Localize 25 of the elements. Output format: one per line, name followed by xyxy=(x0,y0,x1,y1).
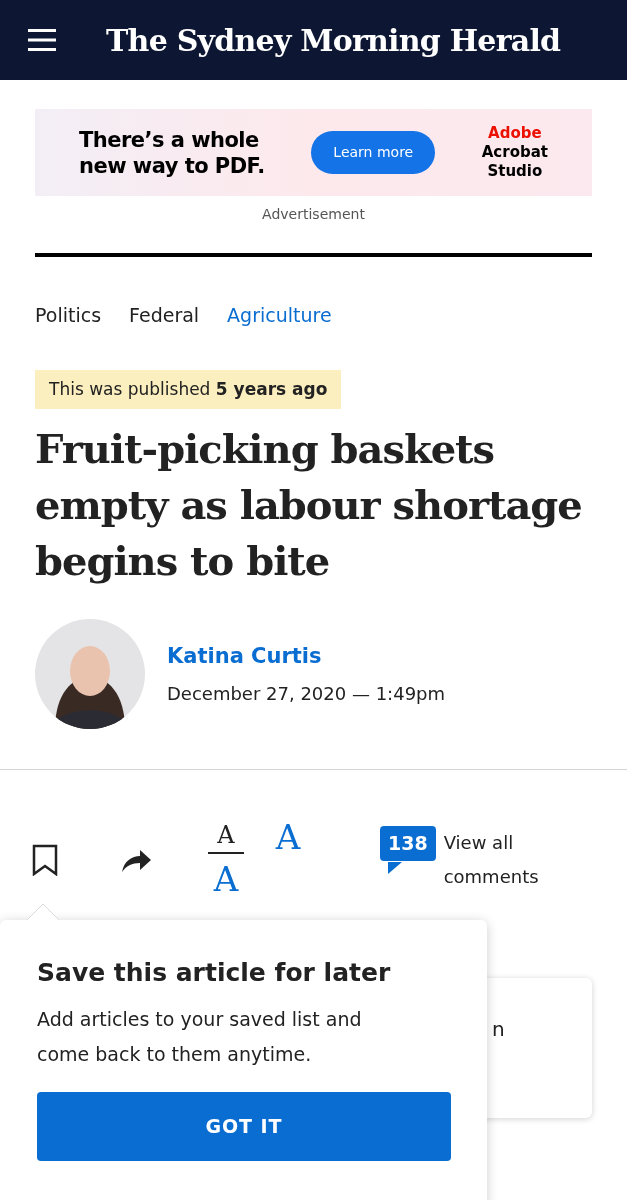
publish-date: December 27, 2020 — 1:49pm xyxy=(167,682,446,707)
ad-brand-logo: Adobe Acrobat Studio xyxy=(481,124,548,181)
author-link[interactable]: Katina Curtis xyxy=(167,640,446,673)
ad-headline: There’s a whole new way to PDF. xyxy=(79,126,265,179)
text-size-option[interactable]: A xyxy=(208,862,244,896)
breadcrumb-link[interactable]: Federal xyxy=(129,301,200,330)
site-logo[interactable]: The Sydney Morning Herald xyxy=(106,17,561,63)
text-size-option[interactable]: A xyxy=(270,820,306,854)
advertisement-banner[interactable]: There’s a whole new way to PDF. Learn more Adobe Acrobat Studio xyxy=(35,109,592,196)
got-it-button[interactable]: GOT IT xyxy=(37,1091,451,1161)
card-text: n xyxy=(492,1017,505,1041)
article-headline: Fruit-picking baskets empty as labour shortage begins to bite xyxy=(35,424,583,586)
bookmark-icon[interactable] xyxy=(32,844,58,876)
breadcrumb-link[interactable]: Politics xyxy=(35,301,102,330)
comment-count-badge[interactable]: 138 xyxy=(380,826,436,861)
popup-message: Add articles to your saved list and come back to them anytime. xyxy=(37,1006,363,1067)
popup-title: Save this article for later xyxy=(37,957,392,989)
menu-icon[interactable] xyxy=(28,27,58,53)
breadcrumb-link[interactable]: Agriculture xyxy=(227,301,332,330)
text-size-option[interactable]: A xyxy=(208,820,244,854)
learn-more-button[interactable]: Learn more xyxy=(311,131,436,174)
advertisement-label: Advertisement xyxy=(261,205,366,224)
speech-bubble-tail xyxy=(388,862,402,874)
publication-notice: This was published 5 years ago xyxy=(35,369,342,409)
view-comments-link[interactable]: View all comments xyxy=(443,826,574,894)
